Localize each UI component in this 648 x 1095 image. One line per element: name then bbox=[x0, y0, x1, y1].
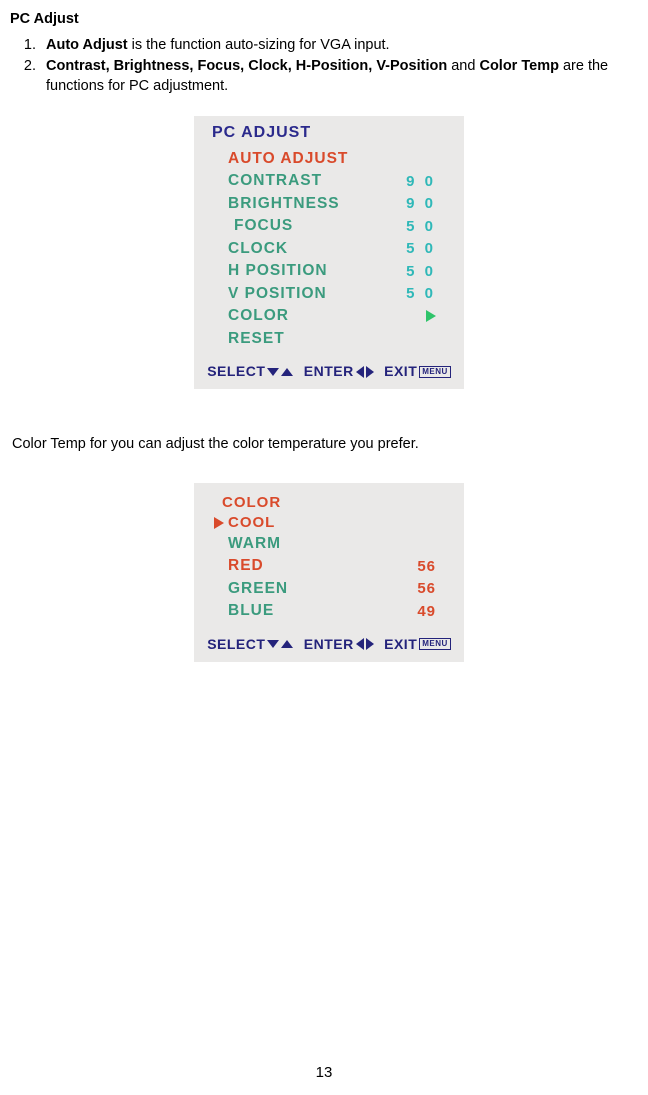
triangle-down-icon bbox=[267, 368, 279, 376]
selector-icon bbox=[214, 517, 224, 529]
item1-bold: Auto Adjust bbox=[46, 37, 128, 53]
row-value: 5 0 bbox=[406, 216, 436, 238]
triangle-right-icon bbox=[366, 638, 374, 650]
triangle-up-icon bbox=[281, 640, 293, 648]
warm-label: WARM bbox=[228, 533, 436, 555]
row-value: 9 0 bbox=[406, 193, 436, 215]
color-temp-paragraph: Color Temp for you can adjust the color … bbox=[12, 435, 648, 455]
page-number: 13 bbox=[0, 1063, 648, 1083]
exit-label: EXIT bbox=[384, 635, 417, 654]
item2-mid: and bbox=[447, 58, 479, 74]
menu-item-red[interactable]: RED 56 bbox=[194, 555, 464, 577]
auto-adjust-label: AUTO ADJUST bbox=[228, 148, 436, 170]
select-label: SELECT bbox=[207, 635, 265, 654]
osd-footer: SELECT ENTER EXIT MENU bbox=[194, 356, 464, 389]
menu-item-reset[interactable]: RESET bbox=[194, 328, 464, 350]
row-value: 56 bbox=[417, 578, 436, 600]
menu-item-color[interactable]: COLOR bbox=[194, 305, 464, 327]
enter-label: ENTER bbox=[304, 635, 354, 654]
section-title: PC Adjust bbox=[10, 10, 648, 30]
row-label: RED bbox=[228, 555, 417, 577]
menu-item-cool[interactable]: COOL bbox=[194, 513, 464, 533]
menu-item-auto-adjust[interactable]: AUTO ADJUST bbox=[194, 148, 464, 170]
menu-item-green[interactable]: GREEN 56 bbox=[194, 578, 464, 600]
row-value: 49 bbox=[417, 601, 436, 623]
menu-item-v-position[interactable]: V POSITION 5 0 bbox=[194, 283, 464, 305]
select-group: SELECT bbox=[207, 362, 293, 381]
row-label: CONTRAST bbox=[228, 170, 406, 192]
instructions-list: Auto Adjust is the function auto-sizing … bbox=[10, 36, 648, 97]
row-value: 5 0 bbox=[406, 238, 436, 260]
triangle-right-icon bbox=[366, 366, 374, 378]
row-value: 9 0 bbox=[406, 171, 436, 193]
item2-bold2: Color Temp bbox=[479, 58, 558, 74]
reset-label: RESET bbox=[228, 328, 436, 350]
row-label: H POSITION bbox=[228, 260, 406, 282]
osd-footer: SELECT ENTER EXIT MENU bbox=[194, 629, 464, 662]
triangle-up-icon bbox=[281, 368, 293, 376]
row-value: 5 0 bbox=[406, 283, 436, 305]
triangle-left-icon bbox=[356, 638, 364, 650]
row-label: V POSITION bbox=[228, 283, 406, 305]
enter-group: ENTER bbox=[304, 362, 374, 381]
enter-label: ENTER bbox=[304, 362, 354, 381]
select-label: SELECT bbox=[207, 362, 265, 381]
menu-item-brightness[interactable]: BRIGHTNESS 9 0 bbox=[194, 193, 464, 215]
enter-group: ENTER bbox=[304, 635, 374, 654]
menu-item-h-position[interactable]: H POSITION 5 0 bbox=[194, 260, 464, 282]
row-label: CLOCK bbox=[228, 238, 406, 260]
color-label: COLOR bbox=[228, 305, 426, 327]
row-label: BRIGHTNESS bbox=[228, 193, 406, 215]
list-item: Auto Adjust is the function auto-sizing … bbox=[40, 36, 648, 56]
exit-group: EXIT MENU bbox=[384, 635, 451, 654]
menu-icon: MENU bbox=[419, 366, 451, 378]
triangle-down-icon bbox=[267, 640, 279, 648]
menu-icon: MENU bbox=[419, 638, 451, 650]
row-label: BLUE bbox=[228, 600, 417, 622]
menu-item-contrast[interactable]: CONTRAST 9 0 bbox=[194, 170, 464, 192]
menu-item-blue[interactable]: BLUE 49 bbox=[194, 600, 464, 622]
arrow-right-icon bbox=[426, 310, 436, 322]
cool-label: COOL bbox=[228, 513, 275, 533]
menu-item-clock[interactable]: CLOCK 5 0 bbox=[194, 238, 464, 260]
row-label: GREEN bbox=[228, 578, 417, 600]
select-group: SELECT bbox=[207, 635, 293, 654]
menu-item-warm[interactable]: WARM bbox=[194, 533, 464, 555]
exit-label: EXIT bbox=[384, 362, 417, 381]
exit-group: EXIT MENU bbox=[384, 362, 451, 381]
osd-pc-adjust: PC ADJUST AUTO ADJUST CONTRAST 9 0 BRIGH… bbox=[194, 116, 464, 389]
row-label: FOCUS bbox=[234, 215, 406, 237]
osd-title: PC ADJUST bbox=[194, 116, 464, 148]
color-title: COLOR bbox=[194, 493, 464, 513]
row-value: 5 0 bbox=[406, 261, 436, 283]
menu-item-focus[interactable]: FOCUS 5 0 bbox=[194, 215, 464, 237]
triangle-left-icon bbox=[356, 366, 364, 378]
osd-color: COLOR COOL WARM RED 56 GREEN 56 BLUE 49 … bbox=[194, 483, 464, 662]
item2-bold: Contrast, Brightness, Focus, Clock, H-Po… bbox=[46, 58, 447, 74]
row-value: 56 bbox=[417, 556, 436, 578]
list-item: Contrast, Brightness, Focus, Clock, H-Po… bbox=[40, 57, 648, 96]
item1-tail: is the function auto-sizing for VGA inpu… bbox=[128, 37, 390, 53]
